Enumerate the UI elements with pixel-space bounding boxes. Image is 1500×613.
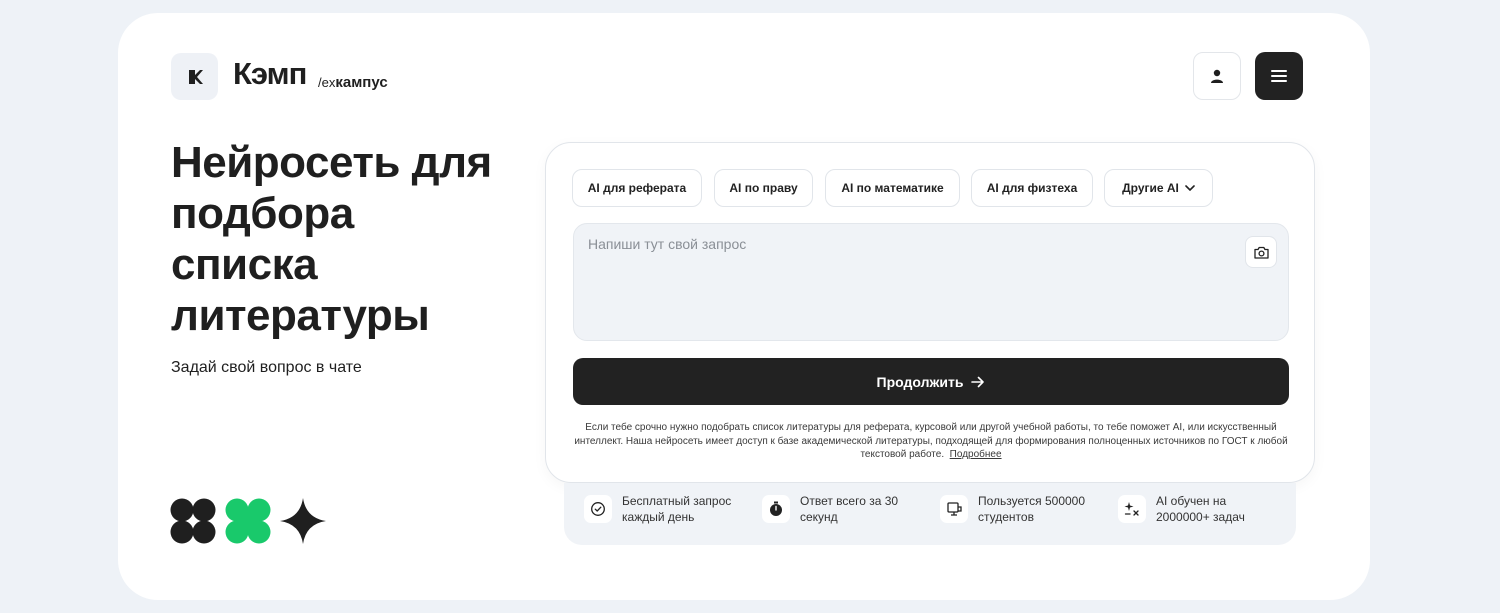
query-input[interactable]: Напиши тут свой запрос xyxy=(573,223,1289,341)
logo-subtitle: /exкампус xyxy=(318,74,388,91)
chip-label: AI по праву xyxy=(729,181,798,195)
arrow-right-icon xyxy=(971,376,985,387)
page-subtitle: Задай свой вопрос в чате xyxy=(171,359,362,376)
chip-label: AI для реферата xyxy=(587,181,687,195)
students-icon xyxy=(940,495,968,523)
feature-fast-answer: Ответ всего за 30 секунд xyxy=(762,493,920,525)
chip-label: AI для физтеха xyxy=(986,181,1078,195)
check-circle-icon xyxy=(584,495,612,523)
menu-button[interactable] xyxy=(1255,52,1303,100)
user-icon xyxy=(1211,69,1223,83)
logo-icon[interactable] xyxy=(171,53,218,100)
decorative-shapes-icon xyxy=(170,498,326,544)
feature-text: Пользуется 500000 студентов xyxy=(978,494,1086,524)
feature-free-request: Бесплатный запрос каждый день xyxy=(584,493,742,525)
feature-text: Ответ всего за 30 секунд xyxy=(800,494,899,524)
info-body: Если тебе срочно нужно подобрать список … xyxy=(574,422,1288,460)
feature-text: Бесплатный запрос каждый день xyxy=(622,494,732,524)
chip-other-ai-dropdown[interactable]: Другие AI xyxy=(1104,169,1213,207)
chip-label: AI по математике xyxy=(841,181,944,195)
feature-ai-trained: AI обучен на 2000000+ задач xyxy=(1118,493,1276,525)
main-card: Кэмп /exкампус Нейросеть для подбора спи… xyxy=(118,13,1370,600)
camera-icon xyxy=(1253,246,1269,259)
logo-prefix: /ex xyxy=(318,75,336,90)
page-title: Нейросеть для подбора списка литературы xyxy=(171,138,492,340)
chip-ai-essay[interactable]: AI для реферата xyxy=(572,169,702,207)
info-text: Если тебе срочно нужно подобрать список … xyxy=(574,421,1288,462)
chip-ai-law[interactable]: AI по праву xyxy=(714,169,813,207)
logo-name[interactable]: Кэмп xyxy=(233,56,307,92)
sparkle-math-icon xyxy=(1118,495,1146,523)
profile-button[interactable] xyxy=(1193,52,1241,100)
feature-text: AI обучен на 2000000+ задач xyxy=(1156,494,1245,524)
chip-ai-math[interactable]: AI по математике xyxy=(825,169,960,207)
logo-suffix: кампус xyxy=(335,74,388,91)
camera-upload-button[interactable] xyxy=(1245,236,1277,268)
feature-students: Пользуется 500000 студентов xyxy=(940,493,1098,525)
query-placeholder: Напиши тут свой запрос xyxy=(588,236,747,252)
chip-label: Другие AI xyxy=(1122,181,1179,195)
chevron-down-icon xyxy=(1185,185,1195,191)
chip-ai-phystech[interactable]: AI для физтеха xyxy=(971,169,1093,207)
stopwatch-icon xyxy=(762,495,790,523)
chat-panel: AI для реферата AI по праву AI по матема… xyxy=(545,142,1315,483)
continue-label: Продолжить xyxy=(876,373,964,390)
more-link[interactable]: Подробнее xyxy=(950,449,1002,460)
features-strip: Бесплатный запрос каждый день Ответ всег… xyxy=(564,483,1296,545)
continue-button[interactable]: Продолжить xyxy=(573,358,1289,405)
hamburger-icon xyxy=(1271,70,1287,82)
